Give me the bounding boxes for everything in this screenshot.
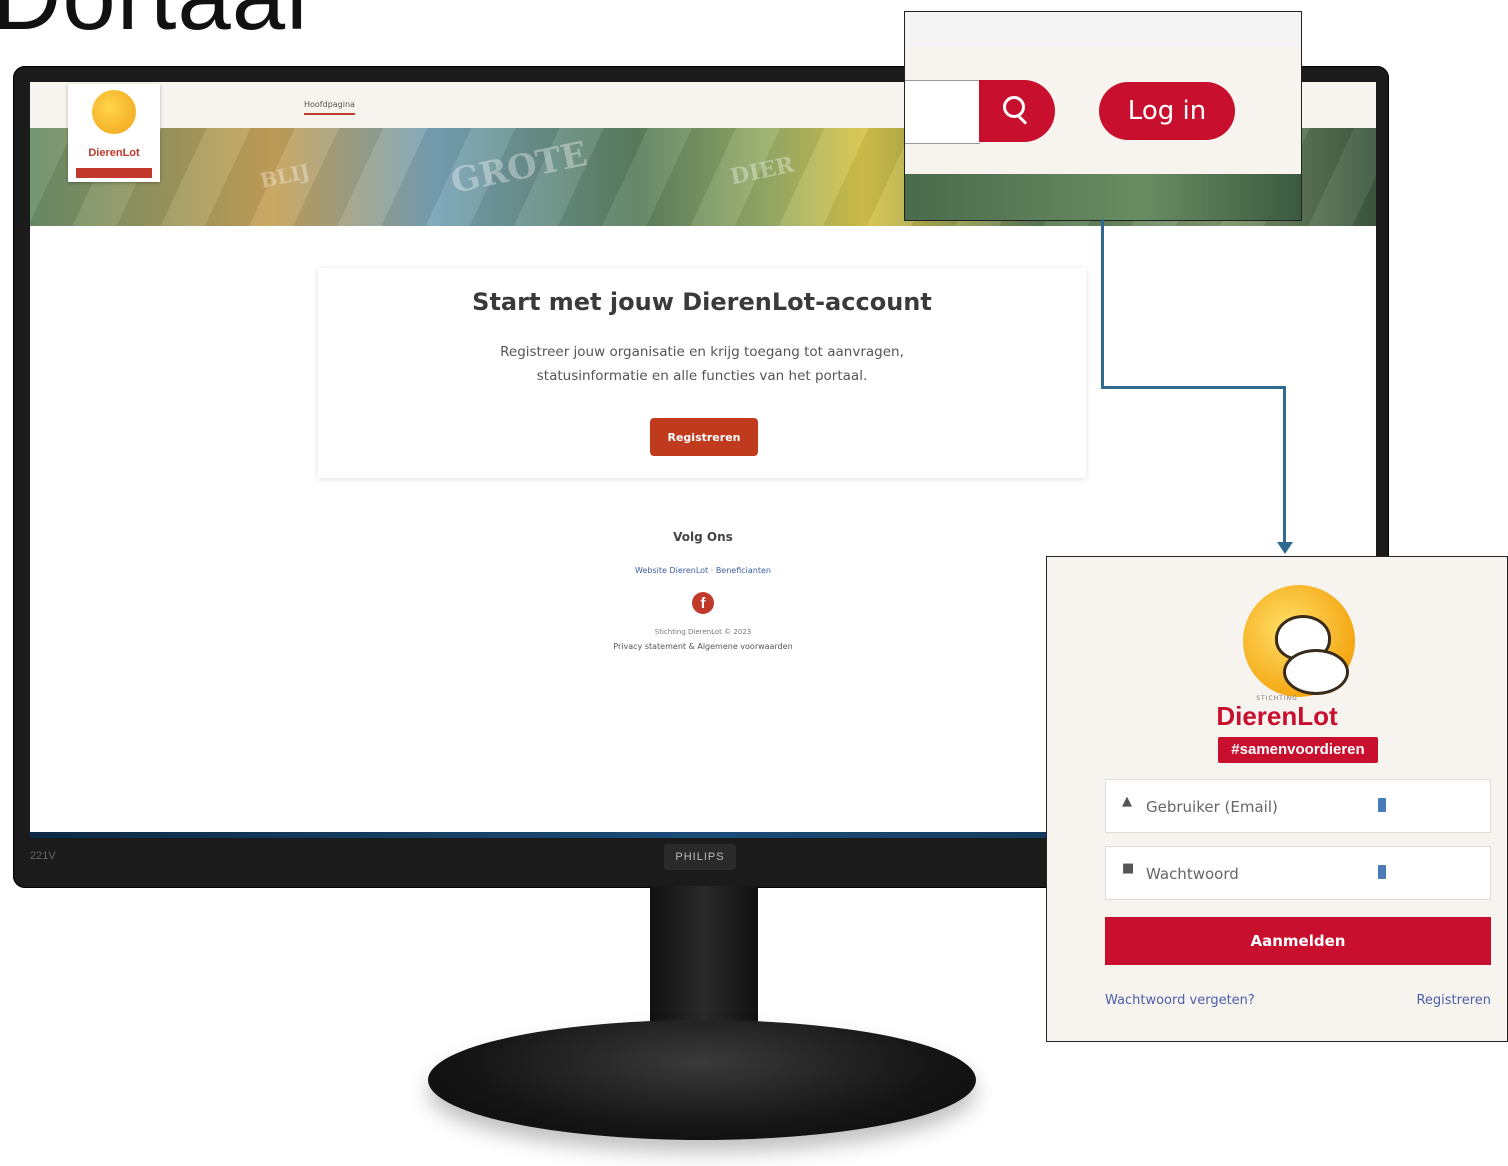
- browser-strip: [905, 12, 1301, 46]
- card-title: Start met jouw DierenLot-account: [472, 288, 932, 316]
- zoom-callout-header: Log in: [904, 11, 1302, 221]
- logo-hashtag: #samenvoordieren: [1218, 737, 1378, 763]
- registration-card: Start met jouw DierenLot-account Registr…: [318, 268, 1086, 478]
- monitor-stand-base: [428, 1020, 976, 1140]
- logo-brand-name: DierenLot: [1216, 701, 1338, 731]
- follow-us-heading: Volg Ons: [673, 530, 733, 544]
- search-input[interactable]: [905, 80, 980, 144]
- hero-banner-fragment: [905, 174, 1301, 220]
- zoom-callout-login: STICHTING DierenLot #samenvoordieren ▲ ■…: [1046, 556, 1508, 1042]
- connector-line: [1101, 386, 1286, 389]
- hero-decoration: DIER: [728, 151, 797, 191]
- slide-title-fragment: Dortaal: [0, 0, 308, 52]
- search-button[interactable]: [979, 80, 1055, 142]
- facebook-icon[interactable]: f: [692, 592, 714, 614]
- logo-hashtag-bar: [76, 168, 152, 178]
- register-button[interactable]: Registreren: [650, 418, 758, 456]
- connector-line: [1283, 386, 1286, 544]
- password-input[interactable]: [1144, 861, 1368, 887]
- hero-decoration: GROTE: [447, 134, 591, 202]
- password-field[interactable]: ■: [1105, 846, 1491, 900]
- username-input[interactable]: [1144, 794, 1368, 820]
- username-field[interactable]: ▲: [1105, 779, 1491, 833]
- search-icon: [1003, 96, 1025, 118]
- monitor-model-label: 221V: [30, 850, 56, 862]
- logo-name: DierenLot: [88, 147, 140, 159]
- dog-icon: [1283, 649, 1349, 695]
- register-link[interactable]: Registreren: [1416, 993, 1491, 1008]
- connector-line: [1101, 219, 1104, 389]
- password-manager-icon[interactable]: [1378, 865, 1386, 879]
- site-logo[interactable]: DierenLot: [68, 84, 160, 182]
- forgot-password-link[interactable]: Wachtwoord vergeten?: [1105, 993, 1255, 1008]
- sign-in-button[interactable]: Aanmelden: [1105, 917, 1491, 965]
- logo-mascot-icon: [92, 90, 136, 134]
- password-manager-icon[interactable]: [1378, 798, 1386, 812]
- nav-link-home[interactable]: Hoofdpagina: [304, 100, 355, 115]
- hero-decoration: BLIJ: [258, 159, 312, 193]
- lock-icon: ■: [1122, 861, 1135, 876]
- user-icon: ▲: [1122, 794, 1132, 809]
- connector-arrow-icon: [1277, 542, 1293, 554]
- card-description: Registreer jouw organisatie en krijg toe…: [500, 344, 904, 384]
- login-button[interactable]: Log in: [1099, 82, 1235, 140]
- monitor-brand-label: PHILIPS: [664, 844, 736, 870]
